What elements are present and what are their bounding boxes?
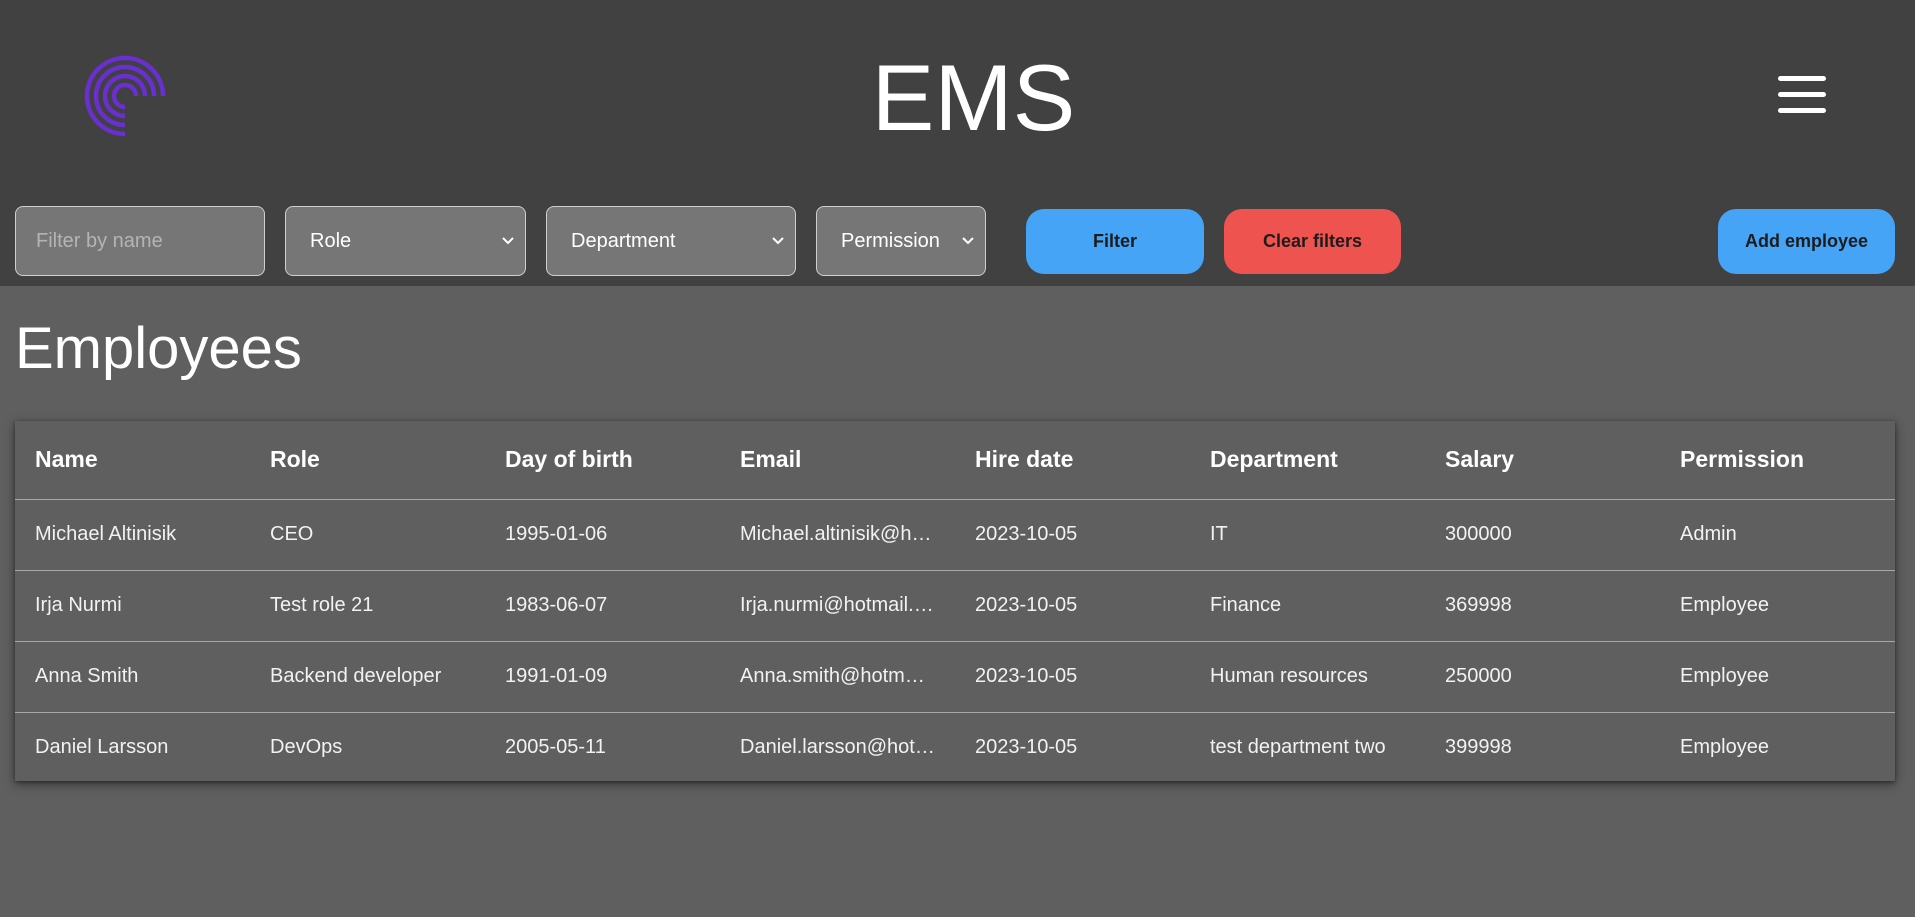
- app-title-container: EMS: [0, 44, 1915, 152]
- table-row[interactable]: Anna Smith Backend developer 1991-01-09 …: [15, 641, 1895, 713]
- page-title: Employees: [15, 316, 302, 381]
- role-select-value: Role: [310, 229, 352, 252]
- table-header-row: Name Role Day of birth Email Hire date D…: [15, 421, 1895, 500]
- add-employee-button[interactable]: Add employee: [1718, 209, 1895, 274]
- cell-department: Finance: [1190, 570, 1425, 642]
- cell-hire-date: 2023-10-05: [955, 641, 1190, 713]
- chevron-down-icon: [962, 237, 974, 245]
- filter-button[interactable]: Filter: [1026, 209, 1204, 274]
- cell-department: IT: [1190, 499, 1425, 571]
- cell-name: Irja Nurmi: [15, 570, 250, 642]
- cell-permission: Admin: [1660, 499, 1895, 571]
- table-row[interactable]: Michael Altinisik CEO 1995-01-06 Michael…: [15, 499, 1895, 571]
- rainbow-arcs-logo-icon[interactable]: [80, 52, 170, 142]
- cell-day-of-birth: 1991-01-09: [485, 641, 720, 713]
- chevron-down-icon: [772, 237, 784, 245]
- cell-name: Daniel Larsson: [35, 736, 169, 759]
- cell-salary: 300000: [1425, 499, 1660, 571]
- cell-day-of-birth: 2005-05-11: [505, 736, 606, 759]
- menu-hamburger-icon[interactable]: [1772, 72, 1828, 118]
- app-title: EMS: [871, 45, 1076, 150]
- permission-select[interactable]: Permission: [816, 206, 986, 276]
- cell-permission: Employee: [1660, 641, 1895, 713]
- cell-permission: Employee: [1660, 570, 1895, 642]
- column-header-hire-date: Hire date: [955, 421, 1190, 500]
- employees-table-card: Name Role Day of birth Email Hire date D…: [15, 421, 1895, 781]
- column-header-role: Role: [250, 421, 485, 500]
- menu-bar-middle: [1778, 92, 1826, 97]
- cell-hire-date: 2023-10-05: [955, 499, 1190, 571]
- permission-select-value: Permission: [841, 229, 940, 252]
- cell-day-of-birth: 1983-06-07: [485, 570, 720, 642]
- cell-email: Michael.altinisik@hotmail.com: [720, 499, 955, 571]
- cell-email: Daniel.larsson@hotmail.com: [740, 736, 955, 759]
- cell-permission: Employee: [1680, 736, 1769, 759]
- cell-role: Test role 21: [250, 570, 485, 642]
- cell-department: Human resources: [1190, 641, 1425, 713]
- top-header: EMS Role Department Permission Filter Cl…: [0, 0, 1915, 286]
- table-row[interactable]: Daniel Larsson DevOps 2005-05-11 Daniel.…: [15, 712, 1895, 783]
- column-header-salary: Salary: [1425, 421, 1660, 500]
- cell-role: CEO: [250, 499, 485, 571]
- chevron-down-icon: [502, 237, 514, 245]
- cell-name: Anna Smith: [15, 641, 250, 713]
- cell-salary: 399998: [1445, 736, 1512, 759]
- cell-salary: 369998: [1425, 570, 1660, 642]
- menu-bar-top: [1778, 76, 1826, 81]
- role-select[interactable]: Role: [285, 206, 526, 276]
- column-header-department: Department: [1190, 421, 1425, 500]
- cell-email: Irja.nurmi@hotmail.com: [720, 570, 955, 642]
- cell-name: Michael Altinisik: [15, 499, 250, 571]
- cell-role: Backend developer: [250, 641, 485, 713]
- filter-name-input[interactable]: [15, 206, 265, 276]
- cell-salary: 250000: [1425, 641, 1660, 713]
- clear-filters-button[interactable]: Clear filters: [1224, 209, 1401, 274]
- employees-table: Name Role Day of birth Email Hire date D…: [15, 421, 1895, 783]
- cell-hire-date: 2023-10-05: [955, 570, 1190, 642]
- department-select[interactable]: Department: [546, 206, 796, 276]
- column-header-day-of-birth: Day of birth: [485, 421, 720, 500]
- column-header-email: Email: [720, 421, 955, 500]
- cell-hire-date: 2023-10-05: [975, 736, 1078, 759]
- department-select-value: Department: [571, 229, 676, 252]
- column-header-name: Name: [15, 421, 250, 500]
- menu-bar-bottom: [1778, 108, 1826, 113]
- cell-email: Anna.smith@hotmail.com: [720, 641, 955, 713]
- table-row[interactable]: Irja Nurmi Test role 21 1983-06-07 Irja.…: [15, 570, 1895, 642]
- cell-department: test department two: [1210, 736, 1386, 759]
- cell-day-of-birth: 1995-01-06: [485, 499, 720, 571]
- column-header-permission: Permission: [1660, 421, 1895, 500]
- cell-role: DevOps: [270, 736, 343, 759]
